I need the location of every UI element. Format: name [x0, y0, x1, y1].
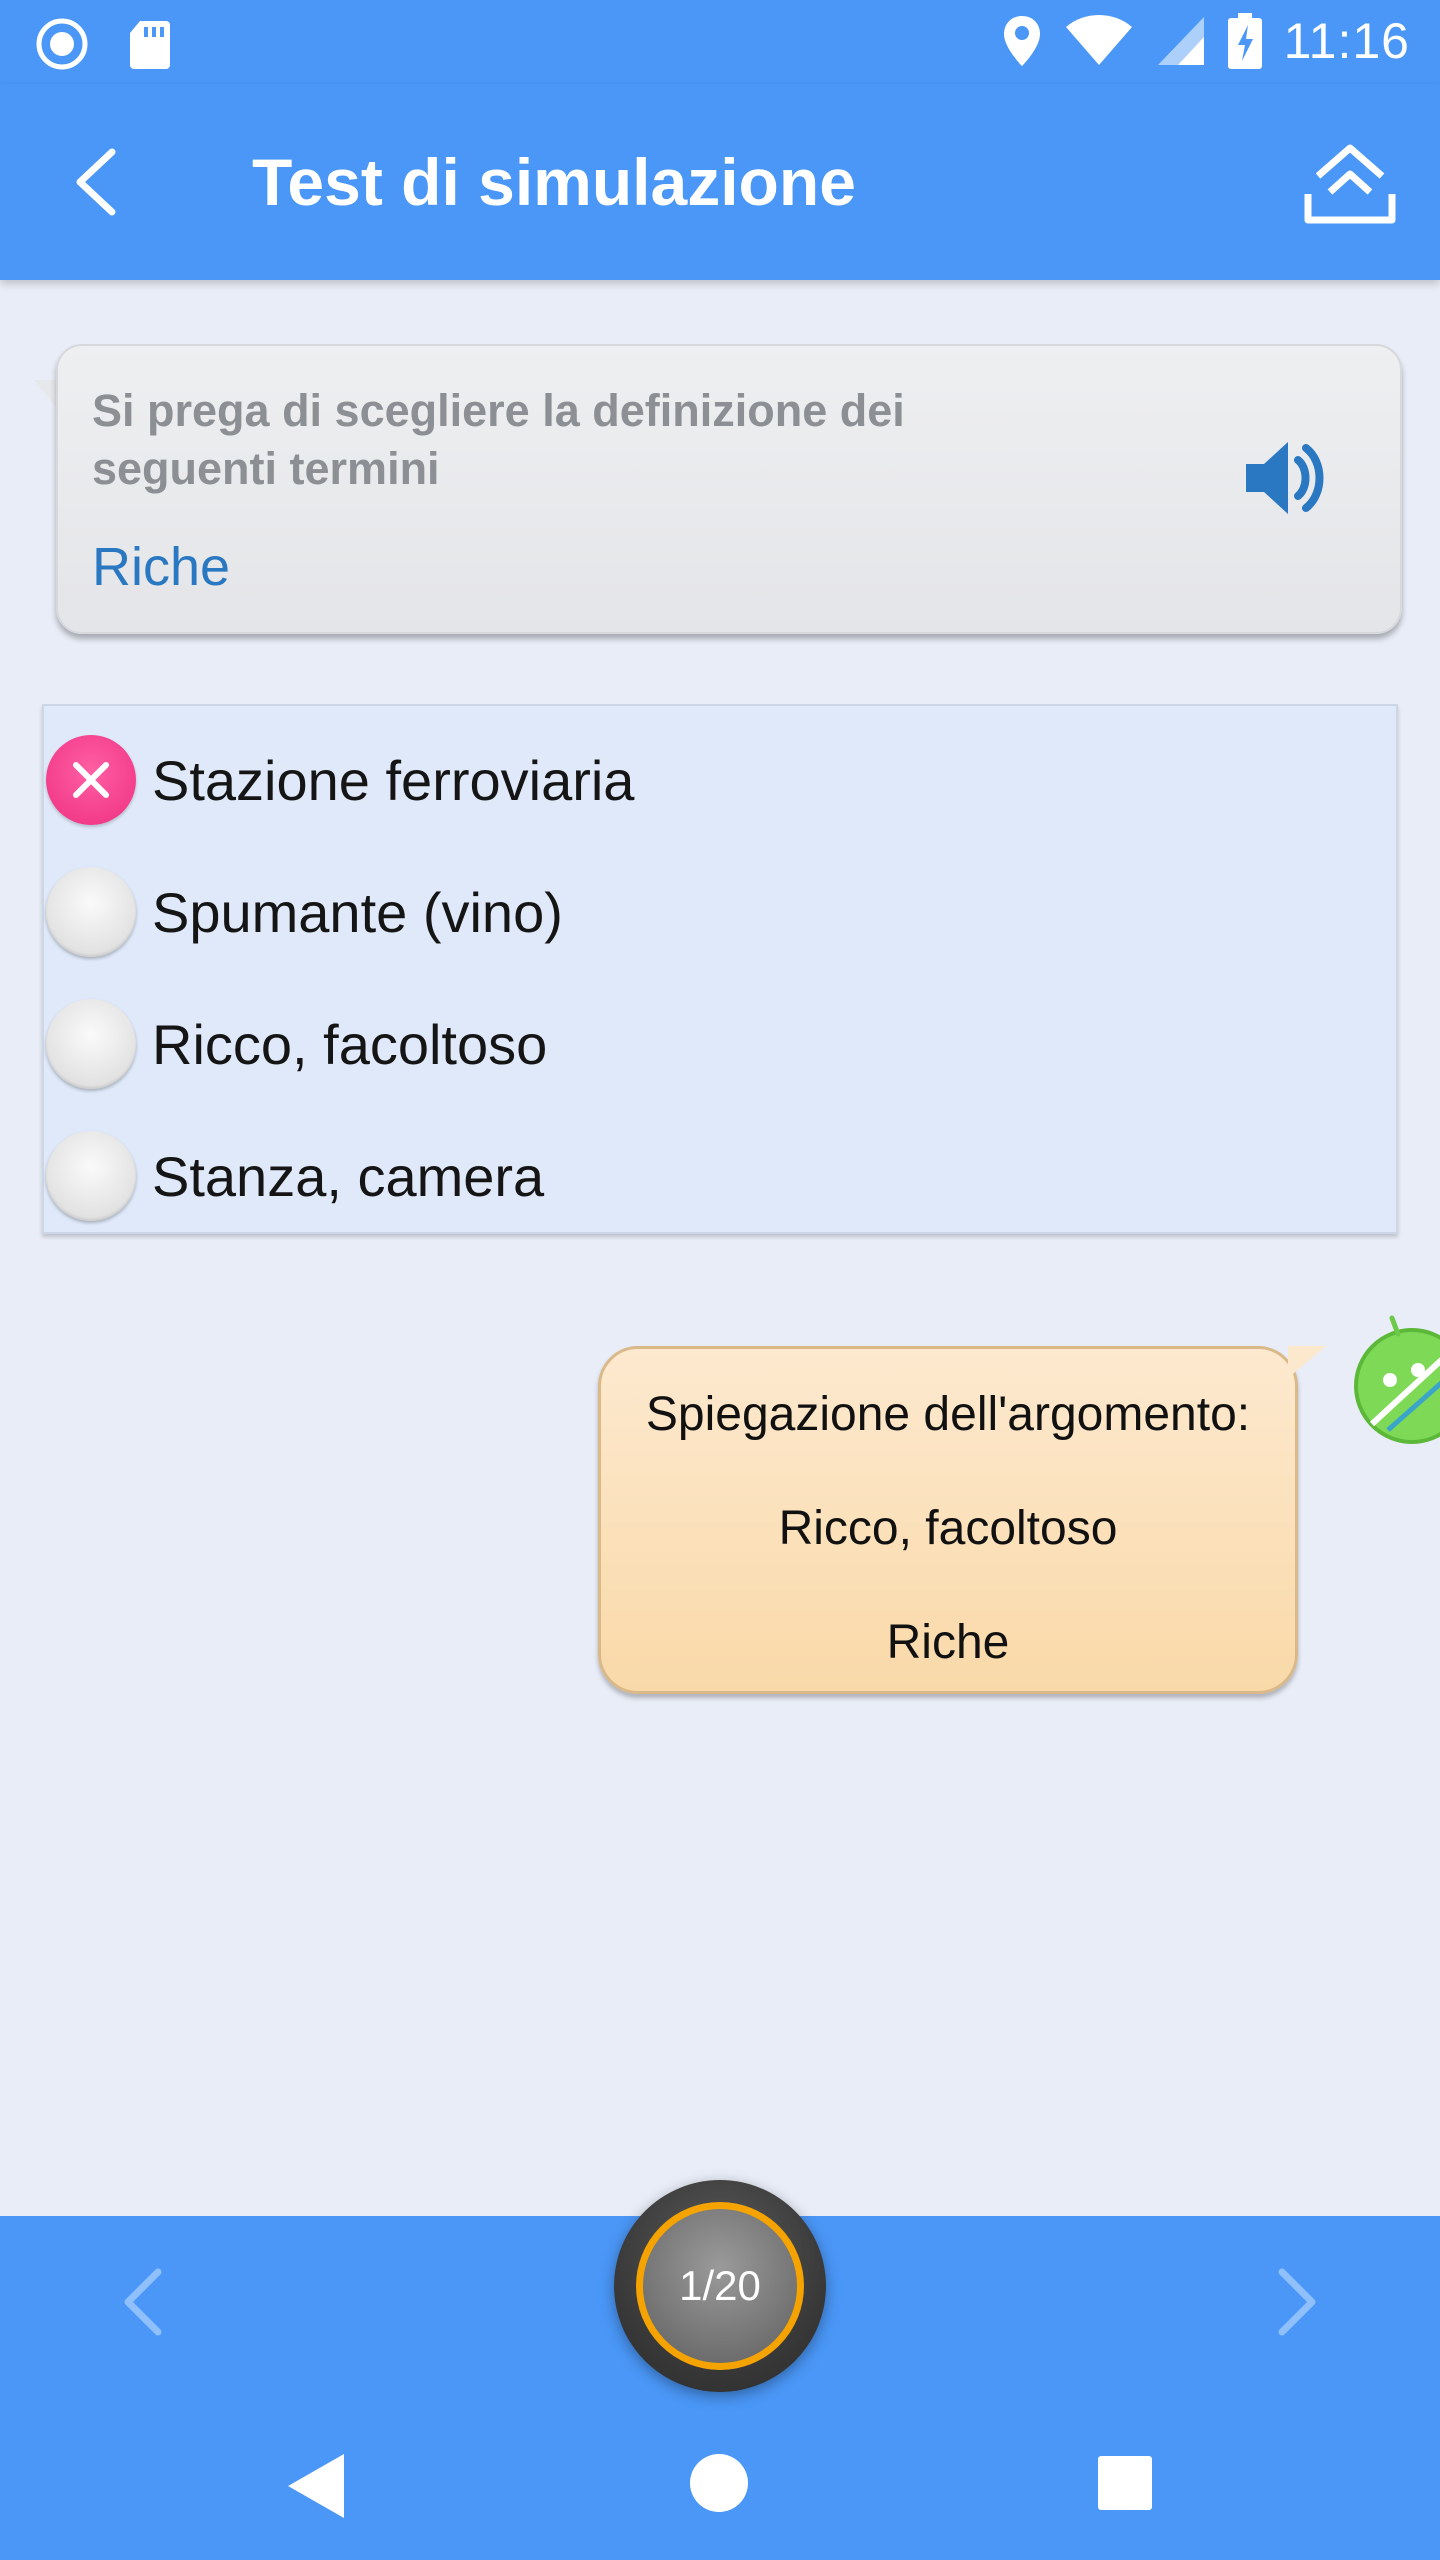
- explanation-term: Riche: [886, 1616, 1010, 1669]
- question-prompt: Si prega di scegliere la definizione dei…: [92, 385, 905, 494]
- system-back-icon[interactable]: [282, 2450, 352, 2522]
- radio-button[interactable]: [46, 867, 136, 957]
- question-counter: 1/20: [679, 2262, 761, 2309]
- app-bar: Test di simulazione: [0, 84, 1440, 280]
- back-arrow-icon[interactable]: [60, 142, 140, 222]
- signal-icon: [1157, 17, 1204, 65]
- location-icon: [1003, 16, 1040, 66]
- radio-button[interactable]: [46, 999, 136, 1089]
- explanation-heading: Spiegazione dell'argomento:: [645, 1388, 1251, 1441]
- option-label: Ricco, facoltoso: [152, 1012, 548, 1076]
- option-label: Spumante (vino): [152, 880, 563, 944]
- page-title: Test di simulazione: [252, 145, 856, 219]
- system-navigation-bar: [0, 2410, 1440, 2560]
- option-item[interactable]: Ricco, facoltoso: [44, 978, 1396, 1110]
- android-mascot-avatar: [1354, 1315, 1440, 1444]
- radio-button[interactable]: [46, 1131, 136, 1221]
- wrong-answer-icon: [46, 735, 136, 825]
- question-term: Riche: [92, 537, 231, 597]
- record-icon: [36, 18, 88, 70]
- next-question-icon[interactable]: [1258, 2262, 1328, 2342]
- option-item[interactable]: Stanza, camera: [44, 1110, 1396, 1242]
- question-card: Si prega di scegliere la definizione dei…: [56, 344, 1402, 634]
- status-time: 11:16: [1283, 13, 1410, 69]
- battery-icon: [1227, 13, 1262, 69]
- question-counter-button[interactable]: 1/20: [614, 2180, 826, 2392]
- system-recents-icon[interactable]: [1098, 2456, 1152, 2510]
- option-label: Stazione ferroviaria: [152, 748, 635, 812]
- counter-ring: 1/20: [636, 2202, 804, 2370]
- wifi-icon: [1065, 15, 1132, 65]
- option-item[interactable]: Stazione ferroviaria: [44, 714, 1396, 846]
- option-label: Stanza, camera: [152, 1144, 545, 1208]
- options-panel: Stazione ferroviaria Spumante (vino) Ric…: [42, 704, 1398, 1234]
- explanation-bubble-tail: [1288, 1346, 1326, 1378]
- collapse-up-icon[interactable]: [1300, 132, 1400, 232]
- speaker-icon[interactable]: [1240, 428, 1330, 528]
- explanation-answer: Ricco, facoltoso: [778, 1502, 1118, 1555]
- system-home-icon[interactable]: [690, 2454, 748, 2512]
- explanation-bubble: Spiegazione dell'argomento: Ricco, facol…: [598, 1346, 1298, 1694]
- previous-question-icon[interactable]: [112, 2262, 182, 2342]
- status-bar: 11:16: [0, 0, 1440, 84]
- option-item[interactable]: Spumante (vino): [44, 846, 1396, 978]
- sd-card-icon: [130, 21, 170, 69]
